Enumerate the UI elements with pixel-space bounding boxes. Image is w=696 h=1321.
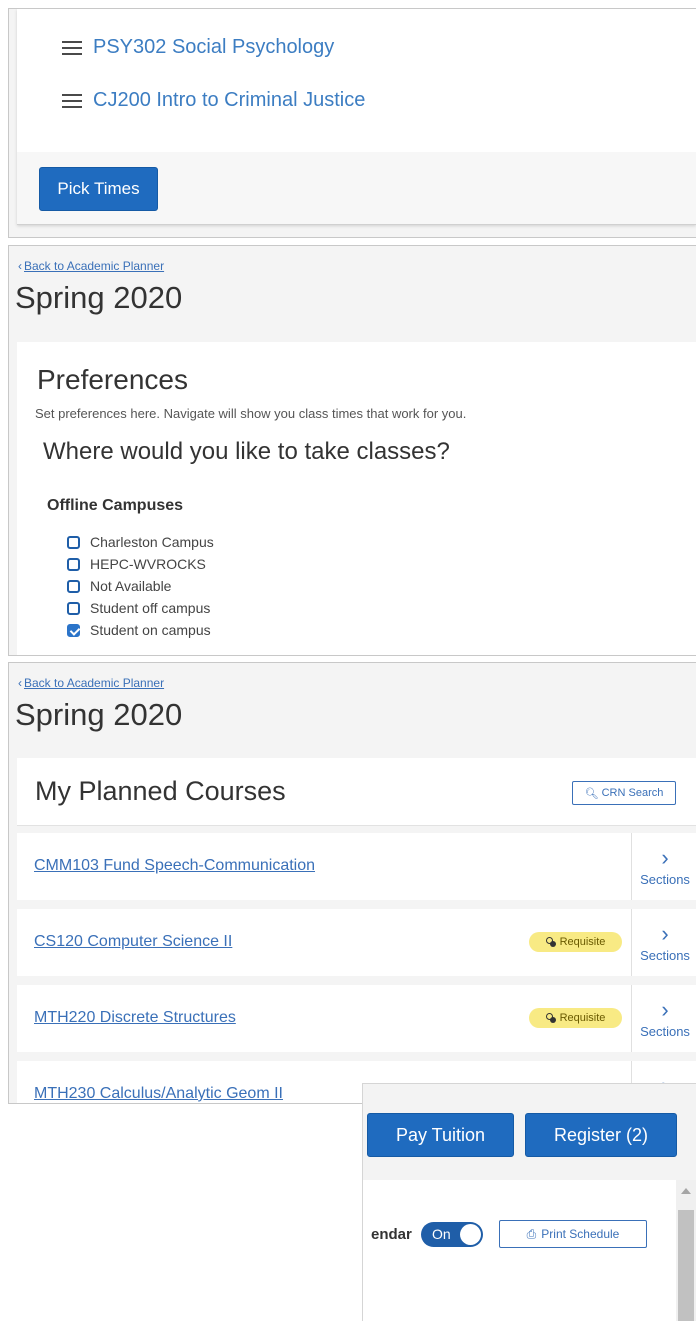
checkbox-checked[interactable]	[67, 623, 80, 637]
print-schedule-button[interactable]: ⎙ Print Schedule	[499, 1220, 647, 1248]
campus-option[interactable]: HEPC-WVROCKS	[67, 556, 206, 572]
scroll-up-arrow-icon[interactable]	[681, 1188, 691, 1194]
back-to-planner-link[interactable]: ‹ Back to Academic Planner	[18, 259, 164, 273]
course-list-panel: PSY302 Social Psychology CJ200 Intro to …	[8, 8, 696, 238]
sections-label: Sections	[640, 947, 690, 963]
requisite-badge[interactable]: Requisite	[529, 932, 622, 952]
course-list-item[interactable]: CJ200 Intro to Criminal Justice	[62, 89, 365, 112]
sections-label: Sections	[640, 1023, 690, 1039]
course-list-item[interactable]: PSY302 Social Psychology	[62, 36, 334, 59]
chevron-right-icon: ›	[661, 920, 669, 946]
course-row: MTH220 Discrete Structures Requisite › S…	[17, 985, 696, 1052]
search-icon: 🔍︎	[584, 787, 599, 800]
location-question: Where would you like to take classes?	[43, 438, 450, 465]
crn-search-label: CRN Search	[601, 787, 664, 799]
toggle-knob	[460, 1224, 481, 1245]
requisite-link-icon	[545, 1013, 556, 1023]
campus-option-label: Charleston Campus	[90, 534, 214, 550]
requisite-badge[interactable]: Requisite	[529, 1008, 622, 1028]
campus-option[interactable]: Charleston Campus	[67, 534, 214, 550]
printer-icon: ⎙	[526, 1226, 537, 1241]
preferences-subtitle: Set preferences here. Navigate will show…	[35, 406, 467, 421]
register-button[interactable]: Register (2)	[525, 1113, 677, 1157]
campus-option[interactable]: Student off campus	[67, 600, 210, 616]
offline-campuses-heading: Offline Campuses	[47, 497, 184, 514]
planned-courses-panel: ‹ Back to Academic Planner Spring 2020 My…	[8, 662, 696, 1104]
course-row: CMM103 Fund Speech-Communication › Secti…	[17, 833, 696, 900]
requisite-link-icon	[545, 937, 556, 947]
pay-tuition-button[interactable]: Pay Tuition	[367, 1113, 514, 1157]
campus-option-label: HEPC-WVROCKS	[90, 556, 206, 572]
schedule-toolbar: endar On ⎙ Print Schedule	[363, 1180, 696, 1321]
scrollbar[interactable]	[676, 1180, 696, 1321]
chevron-left-icon: ‹	[18, 676, 22, 690]
preferences-content: Preferences Set preferences here. Naviga…	[17, 342, 696, 655]
checkbox[interactable]	[67, 601, 80, 615]
planned-courses-header: My Planned Courses 🔍︎ CRN Search	[17, 758, 696, 826]
drag-handle-icon[interactable]	[62, 40, 82, 55]
registration-actions-panel: Pay Tuition Register (2) endar On ⎙ Prin…	[362, 1083, 696, 1321]
sections-button[interactable]: › Sections	[631, 909, 696, 976]
term-title: Spring 2020	[15, 280, 183, 315]
back-to-planner-link[interactable]: ‹ Back to Academic Planner	[18, 676, 164, 690]
campus-option-label: Not Available	[90, 578, 172, 594]
requisite-label: Requisite	[559, 936, 606, 948]
course-list-item-label[interactable]: PSY302 Social Psychology	[93, 36, 334, 59]
checkbox[interactable]	[67, 535, 80, 549]
checkbox[interactable]	[67, 557, 80, 571]
chevron-right-icon: ›	[661, 996, 669, 1022]
course-row: CS120 Computer Science II Requisite › Se…	[17, 909, 696, 976]
campus-option[interactable]: Student on campus	[67, 622, 211, 638]
drag-handle-icon[interactable]	[62, 93, 82, 108]
campus-option-label: Student on campus	[90, 622, 211, 638]
back-link-label[interactable]: Back to Academic Planner	[24, 676, 164, 690]
course-list-item-label[interactable]: CJ200 Intro to Criminal Justice	[93, 89, 365, 112]
chevron-left-icon: ‹	[18, 259, 22, 273]
term-title: Spring 2020	[15, 697, 183, 732]
campus-option-label: Student off campus	[90, 600, 211, 616]
calendar-toggle-label: endar	[371, 1226, 412, 1243]
back-link-label[interactable]: Back to Academic Planner	[24, 259, 164, 273]
sections-button[interactable]: › Sections	[631, 833, 696, 900]
planned-courses-title: My Planned Courses	[35, 776, 286, 806]
calendar-toggle[interactable]: On	[421, 1222, 483, 1247]
crn-search-button[interactable]: 🔍︎ CRN Search	[572, 781, 676, 805]
course-link[interactable]: CMM103 Fund Speech-Communication	[34, 857, 315, 875]
checkbox[interactable]	[67, 579, 80, 593]
pick-times-button[interactable]: Pick Times	[39, 167, 158, 211]
chevron-right-icon: ›	[661, 844, 669, 870]
sections-button[interactable]: › Sections	[631, 985, 696, 1052]
campus-option[interactable]: Not Available	[67, 578, 171, 594]
scrollbar-thumb[interactable]	[678, 1210, 694, 1321]
course-link[interactable]: CS120 Computer Science II	[34, 933, 232, 951]
toggle-on-label: On	[432, 1226, 451, 1242]
course-link[interactable]: MTH230 Calculus/Analytic Geom II	[34, 1085, 283, 1103]
preferences-title: Preferences	[37, 364, 188, 395]
sections-label: Sections	[640, 871, 690, 887]
requisite-label: Requisite	[559, 1012, 606, 1024]
course-link[interactable]: MTH220 Discrete Structures	[34, 1009, 236, 1027]
preferences-panel: ‹ Back to Academic Planner Spring 2020 Pr…	[8, 245, 696, 656]
print-schedule-label: Print Schedule	[541, 1227, 620, 1241]
